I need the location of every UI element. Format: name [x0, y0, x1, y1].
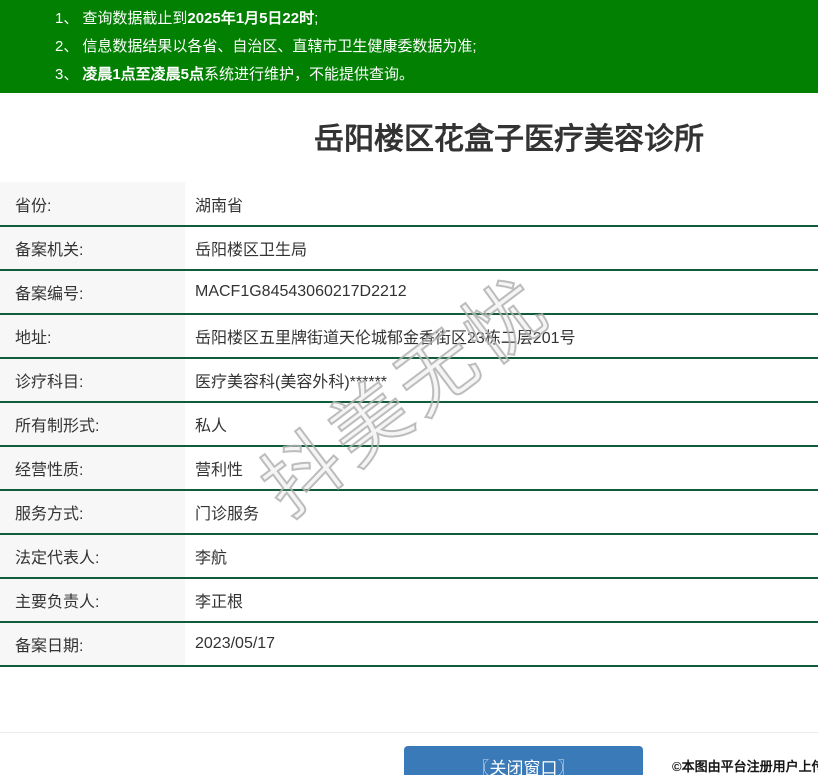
notice-text: 查询数据截止到 [82, 10, 187, 27]
row-label: 备案编号: [0, 270, 185, 314]
table-row-medical-subjects: 诊疗科目: 医疗美容科(美容外科)****** [0, 358, 818, 402]
notice-number: 1、 [55, 10, 78, 27]
notice-number: 3、 [55, 66, 78, 83]
table-row-province: 省份: 湖南省 [0, 182, 818, 226]
close-window-button[interactable]: 〖关闭窗口〗 [404, 746, 643, 775]
notice-text: ; [314, 10, 318, 27]
row-label: 省份: [0, 182, 185, 226]
row-label: 地址: [0, 314, 185, 358]
row-value: MACF1G84543060217D2212 [185, 270, 818, 314]
notice-text: 系统进行维护，不能提供查询。 [204, 66, 414, 83]
record-detail-table: 省份: 湖南省 备案机关: 岳阳楼区卫生局 备案编号: MACF1G845430… [0, 182, 818, 667]
row-value: 门诊服务 [185, 490, 818, 534]
row-value: 2023/05/17 [185, 622, 818, 666]
row-label: 诊疗科目: [0, 358, 185, 402]
notice-number: 2、 [55, 38, 78, 55]
row-label: 服务方式: [0, 490, 185, 534]
notice-banner: 1、查询数据截止到2025年1月5日22时; 2、信息数据结果以各省、自治区、直… [0, 0, 818, 93]
row-value: 私人 [185, 402, 818, 446]
row-value: 湖南省 [185, 182, 818, 226]
table-row-principal: 主要负责人: 李正根 [0, 578, 818, 622]
row-value: 岳阳楼区卫生局 [185, 226, 818, 270]
notice-line-2: 2、信息数据结果以各省、自治区、直辖市卫生健康委数据为准; [55, 33, 808, 61]
row-label: 备案日期: [0, 622, 185, 666]
row-label: 法定代表人: [0, 534, 185, 578]
query-result-page: 1、查询数据截止到2025年1月5日22时; 2、信息数据结果以各省、自治区、直… [0, 0, 818, 775]
row-value: 医疗美容科(美容外科)****** [185, 358, 818, 402]
table-row-filing-date: 备案日期: 2023/05/17 [0, 622, 818, 666]
page-title: 岳阳楼区花盒子医疗美容诊所 [200, 119, 818, 161]
notice-line-1: 1、查询数据截止到2025年1月5日22时; [55, 5, 808, 33]
notice-text: 信息数据结果以各省、自治区、直辖市卫生健康委数据为准; [82, 38, 476, 55]
table-row-filing-number: 备案编号: MACF1G84543060217D2212 [0, 270, 818, 314]
table-row-service-mode: 服务方式: 门诊服务 [0, 490, 818, 534]
row-label: 主要负责人: [0, 578, 185, 622]
table-row-business-nature: 经营性质: 营利性 [0, 446, 818, 490]
row-label: 备案机关: [0, 226, 185, 270]
table-row-address: 地址: 岳阳楼区五里牌街道天伦城郁金香街区23栋二层201号 [0, 314, 818, 358]
row-value: 岳阳楼区五里牌街道天伦城郁金香街区23栋二层201号 [185, 314, 818, 358]
notice-text-bold: 2025年1月5日22时 [187, 10, 314, 27]
footer-divider [0, 732, 818, 733]
copyright-note: ©本图由平台注册用户上传 [672, 756, 818, 775]
table-row-legal-representative: 法定代表人: 李航 [0, 534, 818, 578]
row-value: 李正根 [185, 578, 818, 622]
row-label: 所有制形式: [0, 402, 185, 446]
row-label: 经营性质: [0, 446, 185, 490]
row-value: 李航 [185, 534, 818, 578]
notice-text-bold: 凌晨1点至凌晨5点 [82, 66, 204, 83]
table-row-filing-authority: 备案机关: 岳阳楼区卫生局 [0, 226, 818, 270]
table-row-ownership-form: 所有制形式: 私人 [0, 402, 818, 446]
notice-line-3: 3、凌晨1点至凌晨5点系统进行维护，不能提供查询。 [55, 61, 808, 89]
row-value: 营利性 [185, 446, 818, 490]
